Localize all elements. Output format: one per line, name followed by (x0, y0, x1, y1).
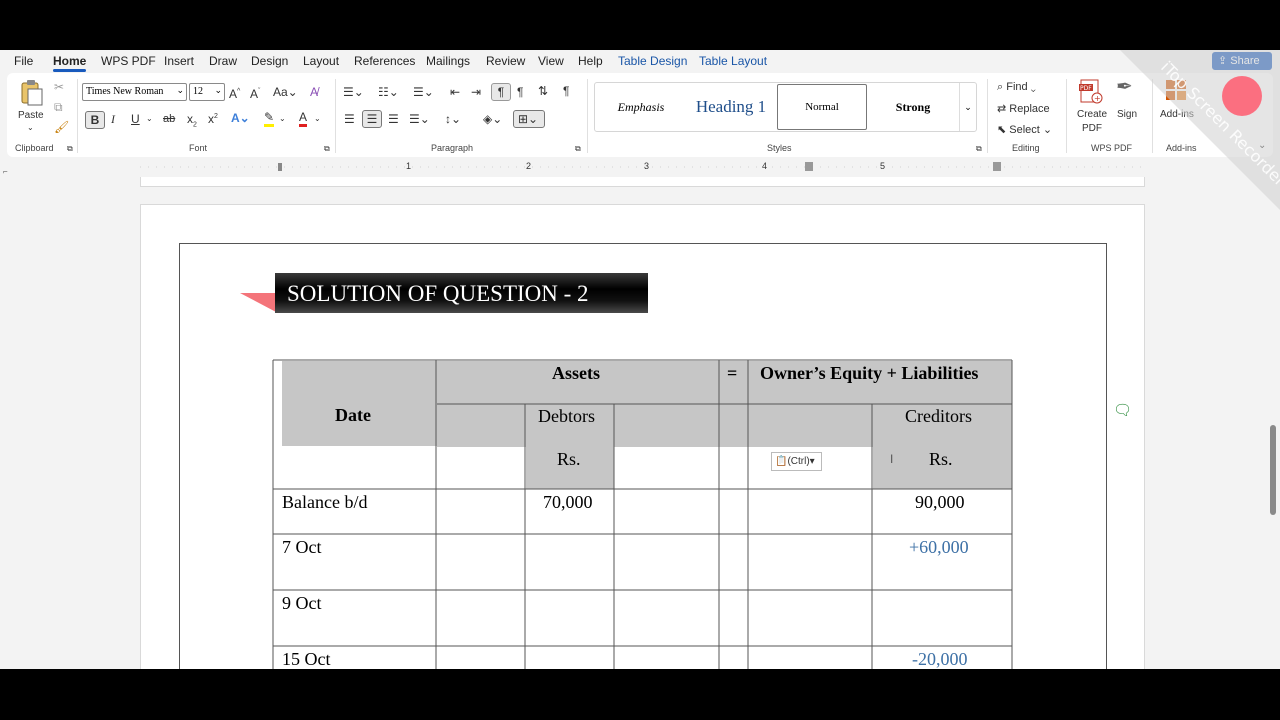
debtors-rs: Rs. (557, 449, 581, 469)
row-date: 7 Oct (282, 537, 322, 557)
scrollbar-thumb[interactable] (1270, 425, 1276, 515)
chevron-down-icon: ▾ (809, 456, 815, 467)
equity-liabilities-header: Owner’s Equity + Liabilities (760, 363, 979, 383)
row-date: 15 Oct (282, 649, 331, 669)
row-date: Balance b/d (282, 492, 368, 512)
date-header: Date (335, 405, 371, 425)
creditors-header: Creditors (905, 406, 972, 426)
equals-header: = (727, 363, 738, 383)
paste-options-label: (Ctrl) (787, 456, 810, 467)
new-comment-icon[interactable]: 🗨 (1113, 403, 1132, 418)
paste-options-button[interactable]: 📋(Ctrl)▾ (771, 452, 822, 471)
row-creditors-value: -20,000 (912, 649, 968, 669)
word-window: File Home WPS PDF Insert Draw Design Lay… (0, 50, 1280, 669)
text-cursor-icon: I (890, 452, 894, 466)
vertical-scrollbar[interactable] (1267, 177, 1280, 669)
row-creditors-value: 90,000 (915, 492, 965, 512)
row-debtors-value: 70,000 (543, 492, 593, 512)
row-creditors-value: +60,000 (909, 537, 969, 557)
assets-header: Assets (552, 363, 600, 383)
creditors-rs: Rs. (929, 449, 953, 469)
debtors-header: Debtors (538, 406, 595, 426)
row-date: 9 Oct (282, 593, 322, 613)
clipboard-icon: 📋 (775, 456, 788, 467)
table-grid (272, 359, 1013, 669)
